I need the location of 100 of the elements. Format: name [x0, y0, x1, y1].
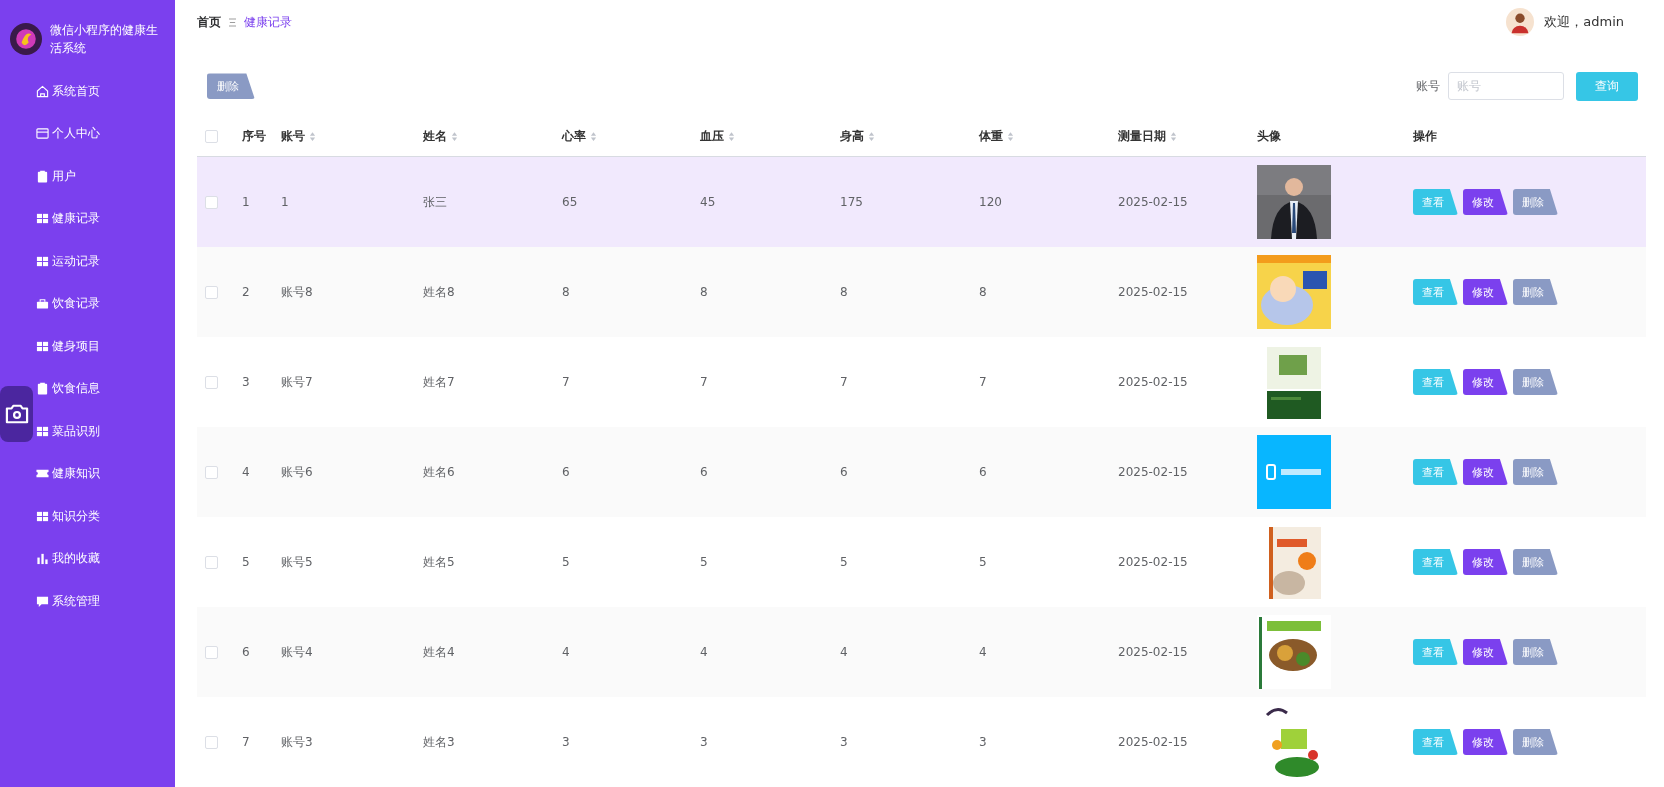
table-cell: 2025-02-15 — [1118, 645, 1188, 659]
column-header: 头像 — [1257, 127, 1281, 145]
table-cell: 5 — [840, 555, 848, 569]
row-checkbox[interactable] — [205, 285, 218, 299]
delete-button[interactable]: 删除 — [1513, 459, 1558, 485]
column-header[interactable]: 身高 — [840, 127, 875, 145]
table-cell: 2025-02-15 — [1118, 465, 1188, 479]
delete-button[interactable]: 删除 — [1513, 639, 1558, 665]
table-row[interactable]: 2 账号8 姓名8 8 8 8 8 2025-02-15 查看 修改 删除 — [197, 247, 1646, 337]
edit-button[interactable]: 修改 — [1463, 189, 1508, 215]
camera-button[interactable] — [0, 386, 33, 442]
table-cell: 7 — [562, 375, 570, 389]
edit-button[interactable]: 修改 — [1463, 729, 1508, 755]
table-cell: 4 — [562, 645, 570, 659]
avatar-icon — [1506, 8, 1535, 37]
table-cell: 账号8 — [281, 283, 313, 301]
chat-icon — [36, 594, 49, 608]
table-row[interactable]: 5 账号5 姓名5 5 5 5 5 2025-02-15 查看 修改 删除 — [197, 517, 1646, 607]
sidebar-item[interactable]: 我的收藏 — [36, 550, 100, 568]
clipboard-icon — [36, 169, 49, 183]
sort-icon[interactable] — [590, 130, 597, 142]
table-row[interactable]: 7 账号3 姓名3 3 3 3 3 2025-02-15 查看 修改 删除 — [197, 697, 1646, 787]
sort-icon[interactable] — [1170, 130, 1177, 142]
card-icon — [36, 127, 49, 141]
table-row[interactable]: 3 账号7 姓名7 7 7 7 7 2025-02-15 查看 修改 删除 — [197, 337, 1646, 427]
row-checkbox[interactable] — [205, 645, 218, 659]
edit-button[interactable]: 修改 — [1463, 369, 1508, 395]
breadcrumb-link[interactable]: 健康记录 — [244, 13, 292, 31]
table-cell: 2025-02-15 — [1118, 555, 1188, 569]
sidebar-item[interactable]: 菜品识别 — [36, 422, 100, 440]
sort-icon[interactable] — [451, 130, 458, 142]
search-field[interactable]: 账号 — [1448, 72, 1564, 101]
row-checkbox[interactable] — [205, 375, 218, 389]
breadcrumb-link[interactable]: 首页 — [197, 13, 221, 31]
table-cell: 120 — [979, 195, 1002, 209]
sidebar-item[interactable]: 知识分类 — [36, 507, 100, 525]
table-cell: 4 — [242, 465, 250, 479]
sidebar-item[interactable]: 饮食记录 — [36, 295, 100, 313]
table-cell: 6 — [700, 465, 708, 479]
table-cell: 2025-02-15 — [1118, 375, 1188, 389]
table-row[interactable]: 4 账号6 姓名6 6 6 6 6 2025-02-15 查看 修改 删除 — [197, 427, 1646, 517]
column-header[interactable]: 血压 — [700, 127, 735, 145]
table-cell: 姓名6 — [423, 463, 455, 481]
table-row[interactable]: 1 1 张三 65 45 175 120 2025-02-15 查看 修改 删除 — [197, 157, 1646, 247]
table-cell: 账号6 — [281, 463, 313, 481]
table-cell: 7 — [979, 375, 987, 389]
table-cell: 账号5 — [281, 553, 313, 571]
column-header[interactable]: 测量日期 — [1118, 127, 1177, 145]
delete-button[interactable]: 删除 — [1513, 279, 1558, 305]
table-cell: 2 — [242, 285, 250, 299]
sort-icon[interactable] — [868, 130, 875, 142]
row-checkbox[interactable] — [205, 465, 218, 479]
table-cell: 1 — [281, 195, 289, 209]
delete-button[interactable]: 删除 — [1513, 729, 1558, 755]
column-header[interactable]: 心率 — [562, 127, 597, 145]
sort-icon[interactable] — [728, 130, 735, 142]
sidebar-item[interactable]: 饮食信息 — [36, 380, 100, 398]
row-checkbox[interactable] — [205, 555, 218, 569]
app-title: 微信小程序的健康生活系统 — [50, 22, 159, 57]
sort-icon[interactable] — [309, 130, 316, 142]
edit-button[interactable]: 修改 — [1463, 639, 1508, 665]
sidebar-item[interactable]: 个人中心 — [36, 125, 100, 143]
table-cell: 8 — [840, 285, 848, 299]
table-cell: 姓名4 — [423, 643, 455, 661]
grid-icon — [36, 212, 49, 226]
table-cell: 7 — [242, 735, 250, 749]
table-cell: 账号3 — [281, 733, 313, 751]
column-header[interactable]: 姓名 — [423, 127, 458, 145]
row-checkbox[interactable] — [205, 195, 218, 209]
table-cell: 5 — [562, 555, 570, 569]
column-header[interactable]: 账号 — [281, 127, 316, 145]
edit-button[interactable]: 修改 — [1463, 459, 1508, 485]
sidebar-item[interactable]: 系统管理 — [36, 592, 100, 610]
sidebar-item[interactable]: 健康知识 — [36, 465, 100, 483]
edit-button[interactable]: 修改 — [1463, 279, 1508, 305]
grid-icon — [36, 509, 49, 523]
table-cell: 4 — [700, 645, 708, 659]
table-cell: 2025-02-15 — [1118, 195, 1188, 209]
grid-icon — [36, 424, 49, 438]
table-cell: 3 — [242, 375, 250, 389]
table-cell: 5 — [242, 555, 250, 569]
row-checkbox[interactable] — [205, 735, 218, 749]
column-header[interactable]: 体重 — [979, 127, 1014, 145]
delete-button[interactable]: 删除 — [1513, 369, 1558, 395]
delete-button[interactable]: 删除 — [207, 73, 255, 100]
sort-icon[interactable] — [1007, 130, 1014, 142]
delete-button[interactable]: 删除 — [1513, 549, 1558, 575]
table-cell: 2025-02-15 — [1118, 735, 1188, 749]
select-all-checkbox[interactable] — [205, 129, 218, 143]
sidebar-item[interactable]: 健康记录 — [36, 210, 100, 228]
table-row[interactable]: 6 账号4 姓名4 4 4 4 4 2025-02-15 查看 修改 删除 — [197, 607, 1646, 697]
sidebar-item[interactable]: 用户 — [36, 167, 76, 185]
delete-button[interactable]: 删除 — [1513, 189, 1558, 215]
table-cell: 3 — [562, 735, 570, 749]
sidebar-item[interactable]: 系统首页 — [36, 82, 100, 100]
edit-button[interactable]: 修改 — [1463, 549, 1508, 575]
column-header: 操作 — [1413, 127, 1437, 145]
home-icon — [36, 84, 49, 98]
sidebar-item[interactable]: 运动记录 — [36, 252, 100, 270]
sidebar-item[interactable]: 健身项目 — [36, 337, 100, 355]
